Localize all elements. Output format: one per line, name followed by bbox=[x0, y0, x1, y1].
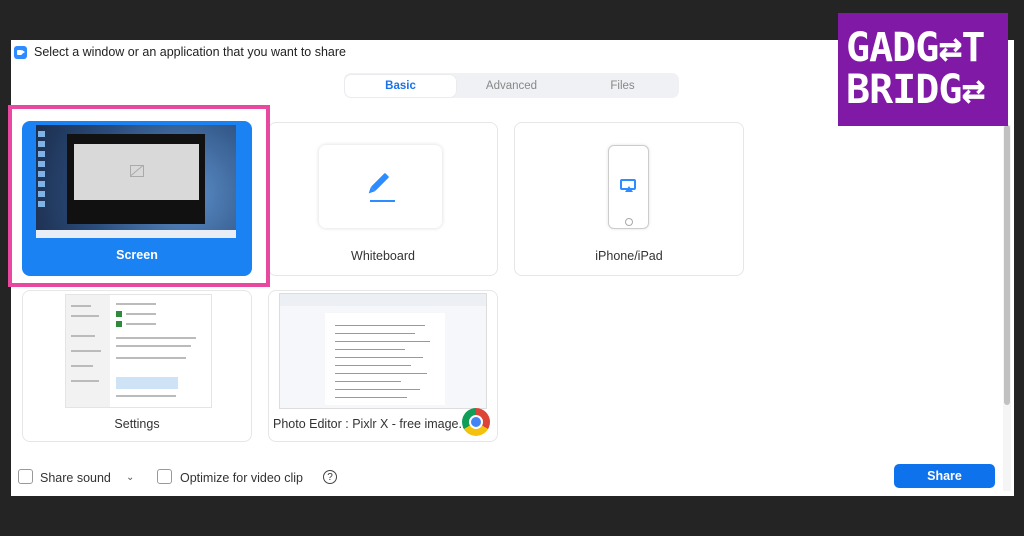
optimize-video-label[interactable]: Optimize for video clip bbox=[180, 471, 303, 485]
selection-highlight bbox=[8, 105, 270, 287]
bottom-bar: Share sound ⌄ Optimize for video clip ? … bbox=[11, 464, 1014, 496]
airplay-icon bbox=[620, 179, 636, 192]
share-option-photo-editor[interactable]: Photo Editor : Pixlr X - free image... bbox=[268, 290, 498, 442]
settings-label: Settings bbox=[114, 417, 160, 431]
share-sound-checkbox[interactable] bbox=[18, 469, 33, 484]
whiteboard-preview bbox=[319, 145, 442, 228]
settings-window-thumbnail bbox=[65, 294, 212, 408]
pencil-icon bbox=[370, 172, 390, 192]
tab-bar: Basic Advanced Files bbox=[344, 73, 679, 98]
tab-files[interactable]: Files bbox=[567, 75, 678, 97]
help-icon[interactable]: ? bbox=[323, 470, 337, 484]
pencil-underline bbox=[370, 200, 395, 202]
share-option-whiteboard[interactable]: Whiteboard bbox=[268, 122, 498, 276]
optimize-video-checkbox[interactable] bbox=[157, 469, 172, 484]
gadget-bridge-logo: GADG⇄T BRIDG⇄ bbox=[838, 13, 1008, 126]
dialog-title: Select a window or an application that y… bbox=[34, 45, 346, 59]
photo-editor-window-thumbnail bbox=[279, 293, 487, 409]
share-option-iphone-ipad[interactable]: iPhone/iPad bbox=[514, 122, 744, 276]
share-button[interactable]: Share bbox=[894, 464, 995, 488]
phone-preview bbox=[608, 145, 649, 229]
share-option-settings[interactable]: Settings bbox=[22, 290, 252, 442]
scrollbar-thumb[interactable] bbox=[1004, 125, 1010, 405]
whiteboard-label: Whiteboard bbox=[351, 249, 415, 263]
chevron-down-icon[interactable]: ⌄ bbox=[126, 472, 134, 483]
chrome-icon bbox=[462, 408, 490, 436]
tab-basic[interactable]: Basic bbox=[345, 74, 456, 97]
iphone-ipad-label: iPhone/iPad bbox=[595, 249, 663, 263]
zoom-logo-icon bbox=[14, 45, 27, 59]
home-button bbox=[625, 218, 633, 226]
share-sound-label[interactable]: Share sound bbox=[40, 471, 111, 485]
scrollbar[interactable] bbox=[1003, 125, 1011, 491]
tab-advanced[interactable]: Advanced bbox=[456, 75, 567, 97]
